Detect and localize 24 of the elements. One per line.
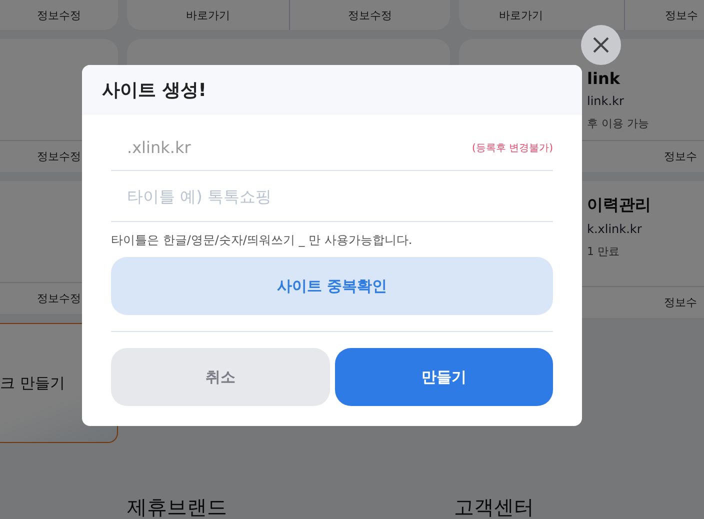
card-link[interactable]: 정보수정 <box>288 0 450 30</box>
section-heading: 고객센터 <box>454 494 535 519</box>
card-link[interactable]: 바로가기 <box>127 0 288 30</box>
check-button[interactable]: 사이트 중복확인 <box>111 257 553 315</box>
domain-field[interactable]: .xlink.kr <box>127 138 472 157</box>
hint-text: 타이틀은 한글/영문/숫자/띄워쓰기 _ 만 사용가능합니다. <box>111 232 414 249</box>
cancel-button[interactable]: 취소 <box>111 348 330 406</box>
site-url: link.kr <box>587 94 625 108</box>
card-link[interactable]: 정보수 <box>624 287 704 318</box>
card-link[interactable]: 정보수 <box>624 0 704 30</box>
site-title: 이력관리 <box>587 195 652 216</box>
site-url: k.xlink.kr <box>587 222 643 236</box>
title-field[interactable]: 타이틀 예) 톡톡쇼핑 <box>127 186 553 206</box>
card-link[interactable]: 정보수정 <box>0 0 118 30</box>
section-heading: 제휴브랜드 <box>127 494 228 519</box>
card-link[interactable]: 정보수 <box>624 141 704 172</box>
field-note: (등록후 변경불가) <box>472 142 553 154</box>
close-icon <box>592 36 610 54</box>
promo-label: 크 만들기 <box>0 374 65 392</box>
create-button[interactable]: 만들기 <box>334 348 553 406</box>
site-title: link <box>587 69 622 88</box>
site-note: 1 만료 <box>587 244 620 259</box>
dialog-title: 사이트 생성! <box>102 79 206 102</box>
site-note: 후 이용 가능 <box>587 116 650 131</box>
